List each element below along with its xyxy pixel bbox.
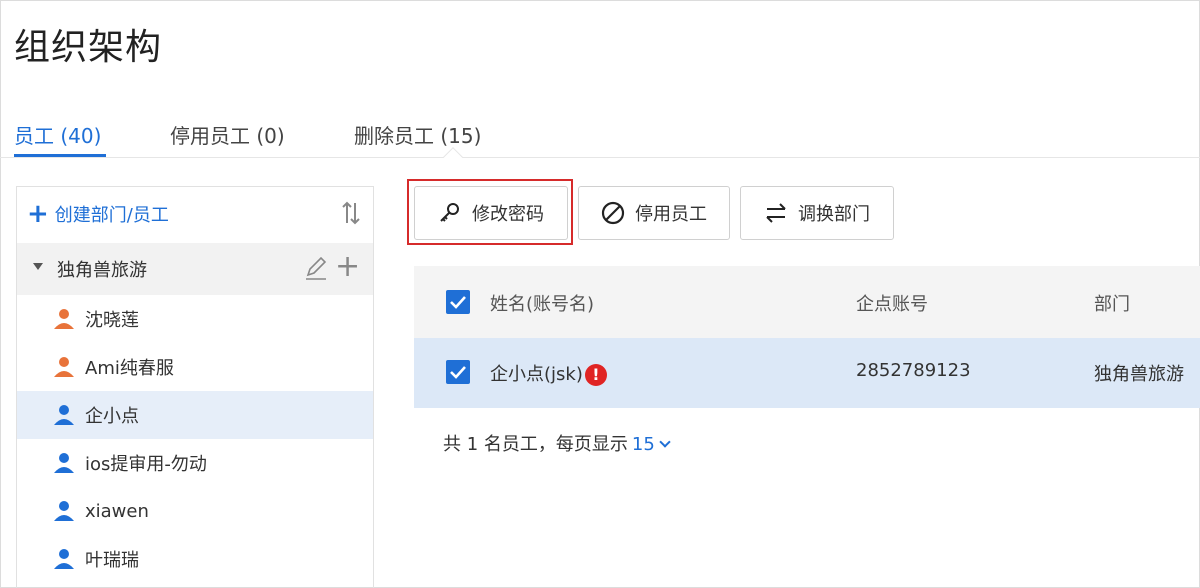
employee-name: ios提审用-勿动 (85, 454, 207, 475)
pagination-text: 共 1 名员工，每页显示 (443, 434, 628, 455)
chevron-down-icon[interactable] (659, 436, 671, 448)
create-dept-employee-button[interactable]: + 创建部门/员工 (27, 201, 169, 227)
column-header-dept: 部门 (1094, 294, 1130, 315)
edit-icon[interactable] (303, 255, 329, 281)
org-tree-sidebar: + 创建部门/员工 独角兽旅游 + 沈晓莲 Ami纯春服 企小点 ios提审用-… (16, 186, 374, 588)
employee-name: 叶瑞瑞 (85, 550, 139, 571)
create-button-label: 创建部门/员工 (54, 205, 169, 226)
select-all-checkbox[interactable] (446, 290, 470, 314)
user-icon (54, 405, 74, 425)
active-tab-indicator (14, 154, 106, 157)
user-icon (54, 549, 74, 569)
check-icon (450, 296, 466, 309)
warning-icon[interactable]: ! (584, 364, 607, 386)
move-department-button[interactable]: 调换部门 (740, 186, 894, 240)
user-icon (54, 309, 74, 329)
swap-icon (766, 203, 786, 223)
employee-item[interactable]: 叶瑞瑞 (17, 535, 373, 583)
tab-employees[interactable]: 员工 (40) (14, 120, 101, 149)
sort-icon[interactable] (339, 199, 363, 227)
page-title: 组织架构 (14, 27, 163, 68)
disable-employee-button[interactable]: 停用员工 (578, 186, 730, 240)
plus-icon: + (27, 199, 49, 229)
expand-caret-icon[interactable] (33, 263, 43, 270)
employee-item[interactable]: xiawen (17, 487, 373, 535)
employee-item-selected[interactable]: 企小点 (17, 391, 373, 439)
column-header-name: 姓名(账号名) (490, 294, 595, 315)
highlight-annotation (407, 179, 573, 245)
employee-item[interactable]: Ami纯春服 (17, 343, 373, 391)
move-department-label: 调换部门 (798, 204, 870, 225)
tab-disabled-employees[interactable]: 停用员工 (0) (170, 120, 285, 149)
add-sub-dept-icon[interactable]: + (335, 252, 360, 282)
ban-icon (601, 201, 625, 225)
row-account: 2852789123 (856, 360, 971, 381)
employee-name: xiawen (85, 500, 149, 522)
employee-name: Ami纯春服 (85, 358, 174, 379)
tab-deleted-employees[interactable]: 删除员工 (15) (354, 120, 481, 149)
column-header-account: 企点账号 (856, 294, 928, 315)
row-dept: 独角兽旅游 (1094, 364, 1184, 385)
dept-name: 独角兽旅游 (57, 260, 147, 281)
table-header: 姓名(账号名) 企点账号 部门 (414, 266, 1200, 338)
row-name: 企小点(jsk) (490, 364, 583, 385)
row-name-cell: 企小点(jsk)! (490, 360, 607, 386)
disable-employee-label: 停用员工 (635, 204, 707, 225)
pagination-summary: 共 1 名员工，每页显示 15 (443, 430, 671, 456)
user-icon (54, 453, 74, 473)
table-row[interactable]: 企小点(jsk)! 2852789123 独角兽旅游 (414, 338, 1200, 408)
employee-name: 企小点 (85, 406, 139, 427)
user-icon (54, 501, 74, 521)
check-icon (450, 366, 466, 379)
employee-name: 沈晓莲 (85, 310, 139, 331)
row-checkbox[interactable] (446, 360, 470, 384)
user-icon (54, 357, 74, 377)
employee-item[interactable]: ios提审用-勿动 (17, 439, 373, 487)
tab-bar: 员工 (40) 停用员工 (0) 删除员工 (15) (0, 108, 1200, 158)
page-size-select[interactable]: 15 (632, 434, 655, 455)
dept-row[interactable]: 独角兽旅游 + (17, 243, 373, 295)
employee-item[interactable]: 沈晓莲 (17, 295, 373, 343)
